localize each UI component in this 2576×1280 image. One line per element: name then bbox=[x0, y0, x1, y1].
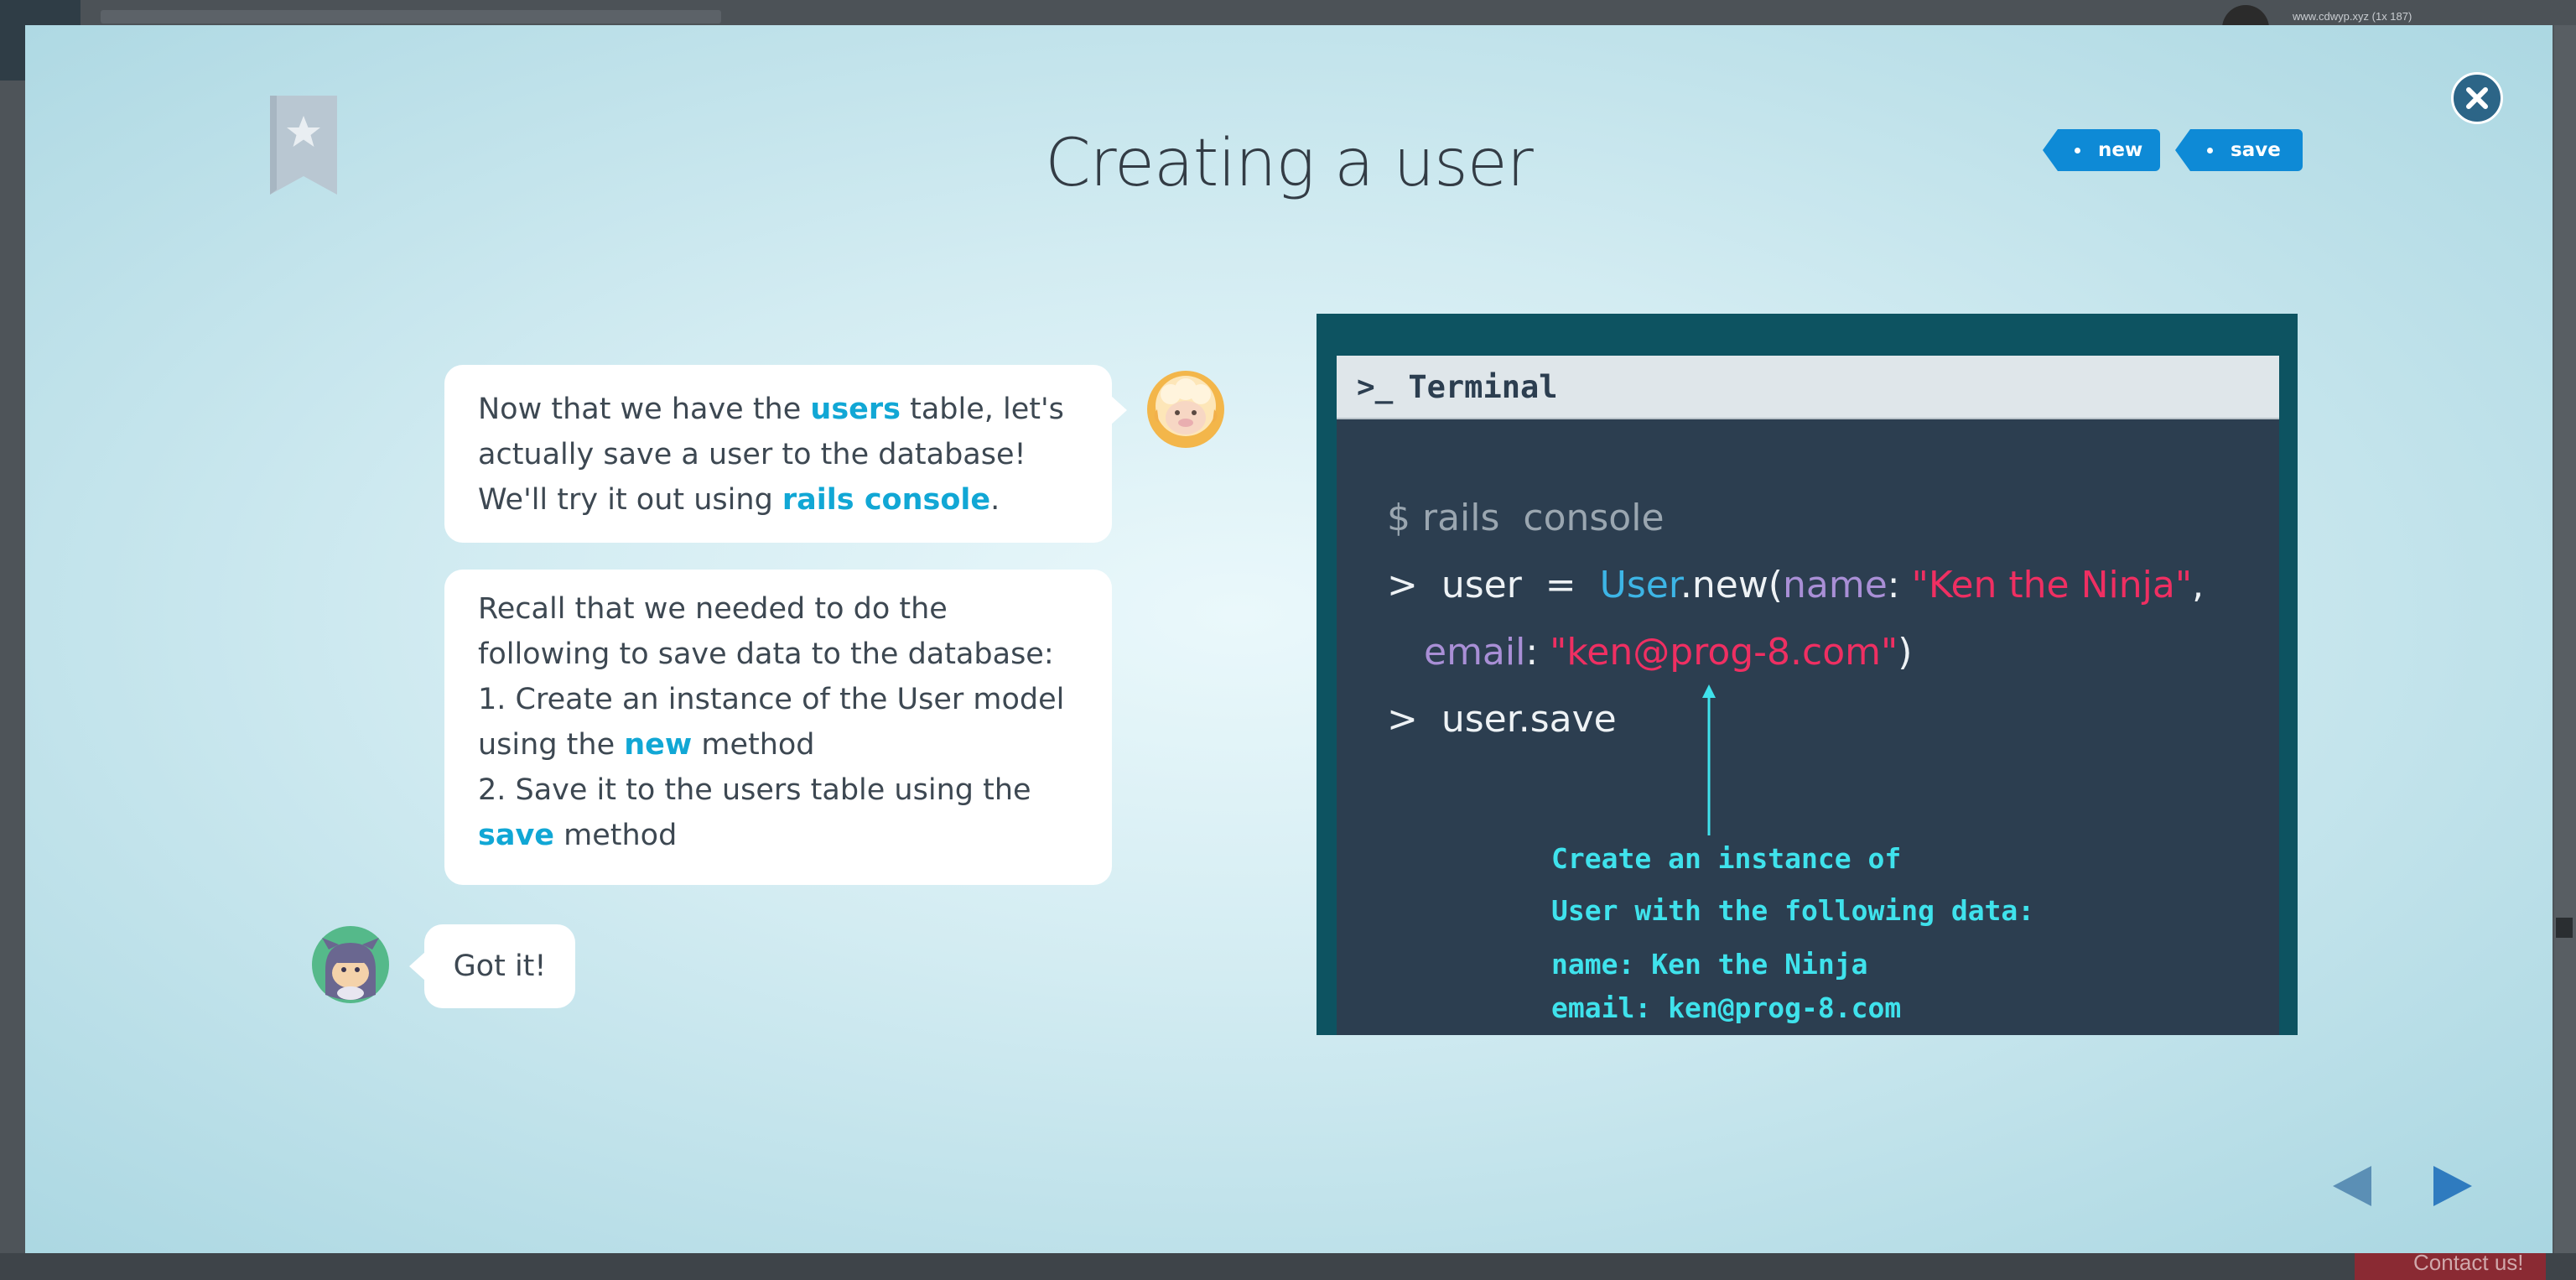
bubble1-text-1: Now that we have the bbox=[478, 393, 811, 426]
sheep-avatar bbox=[1145, 369, 1226, 450]
step1-highlight-new: new bbox=[624, 728, 693, 762]
tag-save[interactable]: save bbox=[2175, 129, 2303, 171]
lesson-title: Creating a user bbox=[1045, 126, 1534, 201]
terminal-prompt-icon: >_ bbox=[1357, 369, 1394, 404]
triangle-right-icon bbox=[2433, 1166, 2472, 1206]
tag-new[interactable]: new bbox=[2043, 129, 2160, 171]
close-icon bbox=[2466, 87, 2488, 109]
triangle-left-icon bbox=[2333, 1166, 2371, 1206]
annotation-line-1: Create an instance of bbox=[1551, 842, 1902, 875]
terminal-title: Terminal bbox=[1408, 368, 1558, 405]
explanation-bubble-2: Recall that we needed to do the followin… bbox=[444, 570, 1112, 885]
step2-text-end: method bbox=[554, 819, 678, 852]
line3-value: "ken@prog-8.com" bbox=[1550, 631, 1898, 674]
annotation-line-4: email: ken@prog-8.com bbox=[1551, 991, 1902, 1024]
line3-key: email bbox=[1424, 631, 1526, 674]
previous-slide-button[interactable] bbox=[2329, 1163, 2376, 1210]
step2-highlight-save: save bbox=[478, 819, 555, 852]
terminal-window: >_ Terminal $ rails console > user = Use… bbox=[1337, 356, 2279, 1035]
line2-class: User bbox=[1599, 564, 1680, 606]
line2-comma: , bbox=[2192, 564, 2205, 606]
ninja-avatar bbox=[310, 924, 391, 1005]
line3-colon: : bbox=[1525, 631, 1550, 674]
background-url-text: www.cdwyp.xyz (1x 187) bbox=[2293, 10, 2412, 23]
terminal-panel: >_ Terminal $ rails console > user = Use… bbox=[1317, 314, 2298, 1035]
annotation-line-2: User with the following data: bbox=[1551, 894, 2035, 927]
reply-bubble: Got it! bbox=[409, 924, 575, 1008]
terminal-line-1: $ rails console bbox=[1387, 497, 1665, 539]
step1-text-end: method bbox=[692, 728, 815, 762]
line2-key: name bbox=[1782, 564, 1888, 606]
bubble1-highlight-users: users bbox=[810, 393, 901, 426]
explanation-bubble-1: Now that we have the users table, let's … bbox=[444, 365, 1127, 543]
reply-text: Got it! bbox=[453, 950, 547, 983]
bubble2-step-1: 1. Create an instance of the User model … bbox=[478, 677, 1078, 767]
line2-value: "Ken the Ninja" bbox=[1911, 564, 2193, 606]
background-scroll-thumb bbox=[2556, 918, 2573, 938]
background-search-bar bbox=[101, 10, 721, 23]
next-slide-button[interactable] bbox=[2428, 1163, 2475, 1210]
bubble1-text-3: . bbox=[990, 483, 1000, 517]
line3-close: ) bbox=[1898, 631, 1913, 674]
annotation-line-3: name: Ken the Ninja bbox=[1551, 948, 1868, 981]
background-bottom-bar bbox=[0, 1253, 2576, 1280]
bubble2-step-2: 2. Save it to the users table using the … bbox=[478, 767, 1078, 858]
terminal-line-3: email: "ken@prog-8.com") bbox=[1424, 631, 1912, 674]
lesson-modal: Creating a user new save Now that we hav… bbox=[25, 25, 2553, 1253]
terminal-line-4: > user.save bbox=[1387, 698, 1617, 741]
annotation-arrow-icon bbox=[1702, 684, 1716, 835]
background-scrollbar bbox=[2554, 25, 2576, 1253]
line2-prompt: > user = bbox=[1387, 564, 1600, 606]
bubble1-highlight-rails-console: rails console bbox=[782, 483, 991, 517]
close-button[interactable] bbox=[2451, 72, 2503, 124]
line2-colon: : bbox=[1887, 564, 1912, 606]
line2-method: .new( bbox=[1680, 564, 1783, 606]
bubble2-intro: Recall that we needed to do the followin… bbox=[478, 592, 1054, 671]
step2-text: 2. Save it to the users table using the bbox=[478, 773, 1031, 807]
terminal-line-2: > user = User.new(name: "Ken the Ninja", bbox=[1387, 564, 2204, 606]
terminal-title-bar: >_ Terminal bbox=[1337, 356, 2279, 419]
